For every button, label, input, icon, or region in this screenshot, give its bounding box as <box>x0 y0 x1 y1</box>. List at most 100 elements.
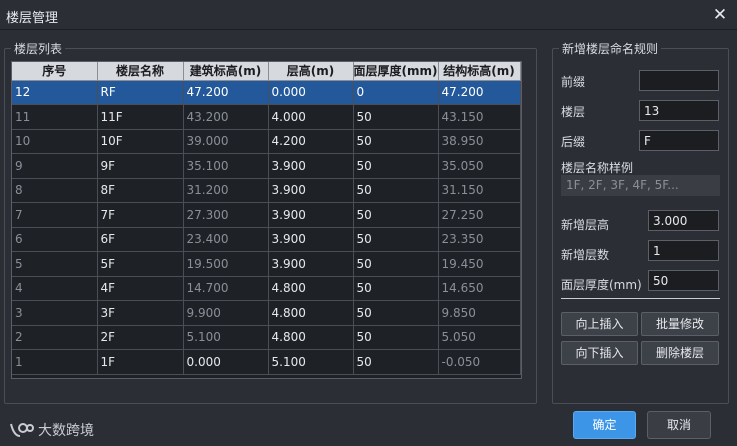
table-row[interactable]: 10 10F 39.000 4.200 50 38.950 <box>12 129 521 154</box>
table-cell[interactable]: 11 <box>12 104 98 130</box>
table-cell[interactable]: 50 <box>353 178 439 203</box>
table-cell[interactable]: 3.900 <box>268 178 354 203</box>
table-cell[interactable]: 23.350 <box>438 227 521 252</box>
table-cell[interactable]: 4 <box>12 276 98 301</box>
table-cell[interactable]: 12 <box>12 80 98 105</box>
table-row[interactable]: 2 2F 5.100 4.800 50 5.050 <box>12 325 521 350</box>
table-cell[interactable]: 19.500 <box>183 251 269 277</box>
table-row[interactable]: 9 9F 35.100 3.900 50 35.050 <box>12 153 521 179</box>
cancel-button[interactable]: 取消 <box>647 411 711 439</box>
table-row[interactable]: 4 4F 14.700 4.800 50 14.650 <box>12 276 521 301</box>
table-cell[interactable]: 50 <box>353 129 439 154</box>
table-cell[interactable]: 3.900 <box>268 153 354 179</box>
insert-above-button[interactable]: 向上插入 <box>561 312 638 336</box>
table-cell[interactable]: 43.200 <box>183 104 269 130</box>
table-cell[interactable]: 4.800 <box>268 300 354 326</box>
table-cell[interactable]: 50 <box>353 227 439 252</box>
table-cell[interactable]: 3.900 <box>268 202 354 228</box>
table-cell[interactable]: 50 <box>353 349 439 375</box>
table-cell[interactable]: 5.050 <box>438 325 521 350</box>
table-cell[interactable]: 10F <box>97 129 184 154</box>
table-cell[interactable]: 3F <box>97 300 184 326</box>
table-cell[interactable]: 19.450 <box>438 251 521 277</box>
column-header[interactable]: 面层厚度(mm) <box>353 62 439 81</box>
table-cell[interactable]: 27.300 <box>183 202 269 228</box>
table-cell[interactable]: 1F <box>97 349 184 375</box>
table-cell[interactable]: 50 <box>353 325 439 350</box>
table-cell[interactable]: 23.400 <box>183 227 269 252</box>
floor-number-input[interactable] <box>639 100 719 121</box>
insert-below-button[interactable]: 向下插入 <box>561 341 638 365</box>
prefix-input[interactable] <box>639 70 719 91</box>
table-cell[interactable]: 5F <box>97 251 184 277</box>
table-body[interactable]: 12 RF 47.200 0.000 0 47.200 11 11F 43.200 4.000 50… <box>12 80 521 375</box>
table-cell[interactable]: 43.150 <box>438 104 521 130</box>
column-header[interactable]: 序号 <box>12 62 98 81</box>
table-row[interactable]: 3 3F 9.900 4.800 50 9.850 <box>12 300 521 326</box>
table-cell[interactable]: 47.200 <box>183 80 269 105</box>
table-cell[interactable]: 6 <box>12 227 98 252</box>
table-cell[interactable]: 2F <box>97 325 184 350</box>
table-cell[interactable]: 0.000 <box>268 80 354 105</box>
table-cell[interactable]: 6F <box>97 227 184 252</box>
table-cell[interactable]: 1 <box>12 349 98 375</box>
table-cell[interactable]: 50 <box>353 104 439 130</box>
column-header[interactable]: 建筑标高(m) <box>183 62 269 81</box>
table-row[interactable]: 11 11F 43.200 4.000 50 43.150 <box>12 104 521 130</box>
table-cell[interactable]: 5.100 <box>268 349 354 375</box>
table-cell[interactable]: 50 <box>353 276 439 301</box>
table-cell[interactable]: 50 <box>353 202 439 228</box>
table-cell[interactable]: 50 <box>353 153 439 179</box>
table-cell[interactable]: 8 <box>12 178 98 203</box>
close-icon[interactable]: ✕ <box>709 4 731 26</box>
table-cell[interactable]: 47.200 <box>438 80 521 105</box>
table-cell[interactable]: 9.850 <box>438 300 521 326</box>
table-row[interactable]: 7 7F 27.300 3.900 50 27.250 <box>12 202 521 228</box>
table-cell[interactable]: 14.650 <box>438 276 521 301</box>
table-cell[interactable]: 50 <box>353 251 439 277</box>
thickness-input[interactable] <box>648 270 719 291</box>
table-row[interactable]: 12 RF 47.200 0.000 0 47.200 <box>12 80 521 105</box>
column-header[interactable]: 层高(m) <box>268 62 354 81</box>
table-cell[interactable]: 35.100 <box>183 153 269 179</box>
table-cell[interactable]: 8F <box>97 178 184 203</box>
table-cell[interactable]: 50 <box>353 300 439 326</box>
table-row[interactable]: 6 6F 23.400 3.900 50 23.350 <box>12 227 521 252</box>
table-cell[interactable]: 38.950 <box>438 129 521 154</box>
table-cell[interactable]: 4.800 <box>268 325 354 350</box>
table-cell[interactable]: 9F <box>97 153 184 179</box>
table-cell[interactable]: 2 <box>12 325 98 350</box>
table-cell[interactable]: 0 <box>353 80 439 105</box>
table-cell[interactable]: 3.900 <box>268 251 354 277</box>
floor-height-input[interactable] <box>648 210 719 231</box>
ok-button[interactable]: 确定 <box>573 411 636 439</box>
batch-edit-button[interactable]: 批量修改 <box>641 312 719 336</box>
table-cell[interactable]: 31.200 <box>183 178 269 203</box>
table-cell[interactable]: RF <box>97 80 184 105</box>
delete-floor-button[interactable]: 删除楼层 <box>641 341 719 365</box>
table-row[interactable]: 8 8F 31.200 3.900 50 31.150 <box>12 178 521 203</box>
table-cell[interactable]: 14.700 <box>183 276 269 301</box>
table-cell[interactable]: 7 <box>12 202 98 228</box>
table-cell[interactable]: 31.150 <box>438 178 521 203</box>
column-header[interactable]: 结构标高(m) <box>438 62 521 81</box>
table-cell[interactable]: 4.800 <box>268 276 354 301</box>
table-cell[interactable]: 9.900 <box>183 300 269 326</box>
table-row[interactable]: 1 1F 0.000 5.100 50 -0.050 <box>12 349 521 375</box>
table-cell[interactable]: 4.200 <box>268 129 354 154</box>
table-cell[interactable]: -0.050 <box>438 349 521 375</box>
column-header[interactable]: 楼层名称 <box>97 62 184 81</box>
table-row[interactable]: 5 5F 19.500 3.900 50 19.450 <box>12 251 521 277</box>
table-cell[interactable]: 4F <box>97 276 184 301</box>
floor-table[interactable]: 序号 楼层名称 建筑标高(m) 层高(m) 面层厚度(mm) 结构标高(m) 12 RF 47… <box>11 61 522 379</box>
table-cell[interactable]: 4.000 <box>268 104 354 130</box>
table-cell[interactable]: 5 <box>12 251 98 277</box>
table-cell[interactable]: 9 <box>12 153 98 179</box>
suffix-input[interactable] <box>639 130 719 151</box>
table-cell[interactable]: 35.050 <box>438 153 521 179</box>
table-cell[interactable]: 5.100 <box>183 325 269 350</box>
table-cell[interactable]: 7F <box>97 202 184 228</box>
table-cell[interactable]: 27.250 <box>438 202 521 228</box>
table-cell[interactable]: 3 <box>12 300 98 326</box>
table-cell[interactable]: 0.000 <box>183 349 269 375</box>
